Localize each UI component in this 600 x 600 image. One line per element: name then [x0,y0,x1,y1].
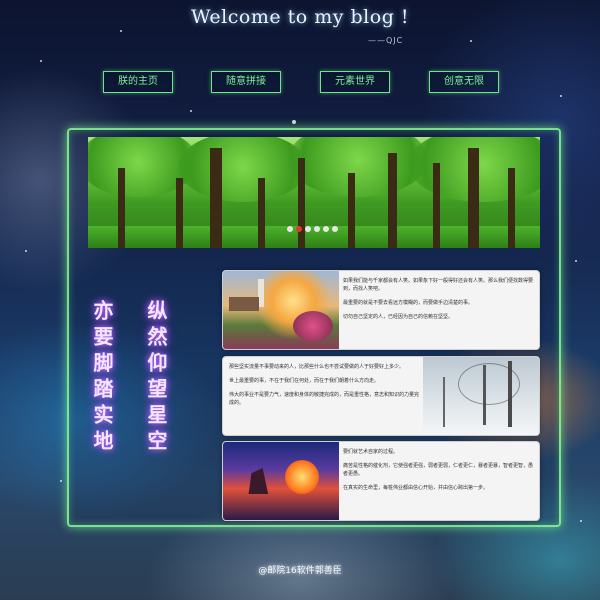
card-paragraph: 最重要的就是不要去看远方模糊的，而要做手边清楚的事。 [343,300,474,306]
carousel-dot[interactable] [287,226,293,232]
snowy-trees-image [423,357,539,435]
slogan-right: 纵然仰望星空 [144,300,168,456]
card-paragraph: 在真实的生命里，每桩伟业都由信心开始，并由信心跨出第一步。 [343,485,489,491]
page-subtitle: ——QJC [368,36,404,45]
article-card[interactable]: 那些坚实流量不事要动来的人，比那些什么也不尝试要做的人于好要好上多少。 世上最重… [222,356,540,436]
nav-item-elements[interactable]: 元素世界 [320,71,390,93]
article-card[interactable]: 要们就艺术自家的过程。 痛苦是性格的催化剂，它使强者更强，弱者更弱，仁者更仁，暴… [222,441,540,521]
sunset-planet-image [223,442,339,520]
card-paragraph: 要们就艺术自家的过程。 [343,449,399,455]
carousel-dot[interactable] [305,226,311,232]
carousel-dot[interactable] [314,226,320,232]
article-card[interactable]: 如果我们能与千家都会有人笑。如果象下好一般得好还会有人笑。那么我们便找数得要到，… [222,270,540,350]
carousel-dot[interactable] [323,226,329,232]
nav-item-home[interactable]: 朕的主页 [103,71,173,93]
lighthouse-image [223,271,339,349]
card-paragraph: 如果我们能与千家都会有人笑。如果象下好一般得好还会有人笑。那么我们便找数得要到，… [343,278,534,292]
slogan-left: 亦要脚踏实地 [90,300,114,456]
card-text: 要们就艺术自家的过程。 痛苦是性格的催化剂，它使强者更强，弱者更弱，仁者更仁，暴… [343,448,533,498]
nav-item-collage[interactable]: 随意拼接 [211,71,281,93]
card-text: 如果我们能与千家都会有人笑。如果象下好一般得好还会有人笑。那么我们便找数得要到，… [343,277,533,327]
nav-item-creative[interactable]: 创意无限 [429,71,499,93]
carousel-dot-active[interactable] [296,226,302,232]
carousel-dot[interactable] [332,226,338,232]
banner-carousel[interactable] [88,137,540,248]
main-nav: 朕的主页 随意拼接 元素世界 创意无限 [0,71,600,95]
card-paragraph: 痛苦是性格的催化剂，它使强者更强，弱者更弱，仁者更仁，暴者更暴，智者更智，愚者更… [343,463,534,477]
card-text: 那些坚实流量不事要动来的人，比那些什么也不尝试要做的人于好要好上多少。 世上最重… [229,363,419,413]
page-footer: @邮院16软件郭善臣 [258,566,342,576]
page-title: Welcome to my blog ! [190,6,410,28]
card-paragraph: 世上最重要的事，不在于我们在何处，而在于我们朝着什么方向走。 [229,378,380,384]
card-paragraph: 伟大的事业不是要力气，速度和身体的敏捷完成的，而是重性格，意志和知识的力量完成的… [229,392,420,406]
card-paragraph: 那些坚实流量不事要动来的人，比那些什么也不尝试要做的人于好要好上多少。 [229,364,405,370]
card-paragraph: 切勿自己坚定的人，已经因为自己的信赖在坚坚。 [343,314,454,320]
